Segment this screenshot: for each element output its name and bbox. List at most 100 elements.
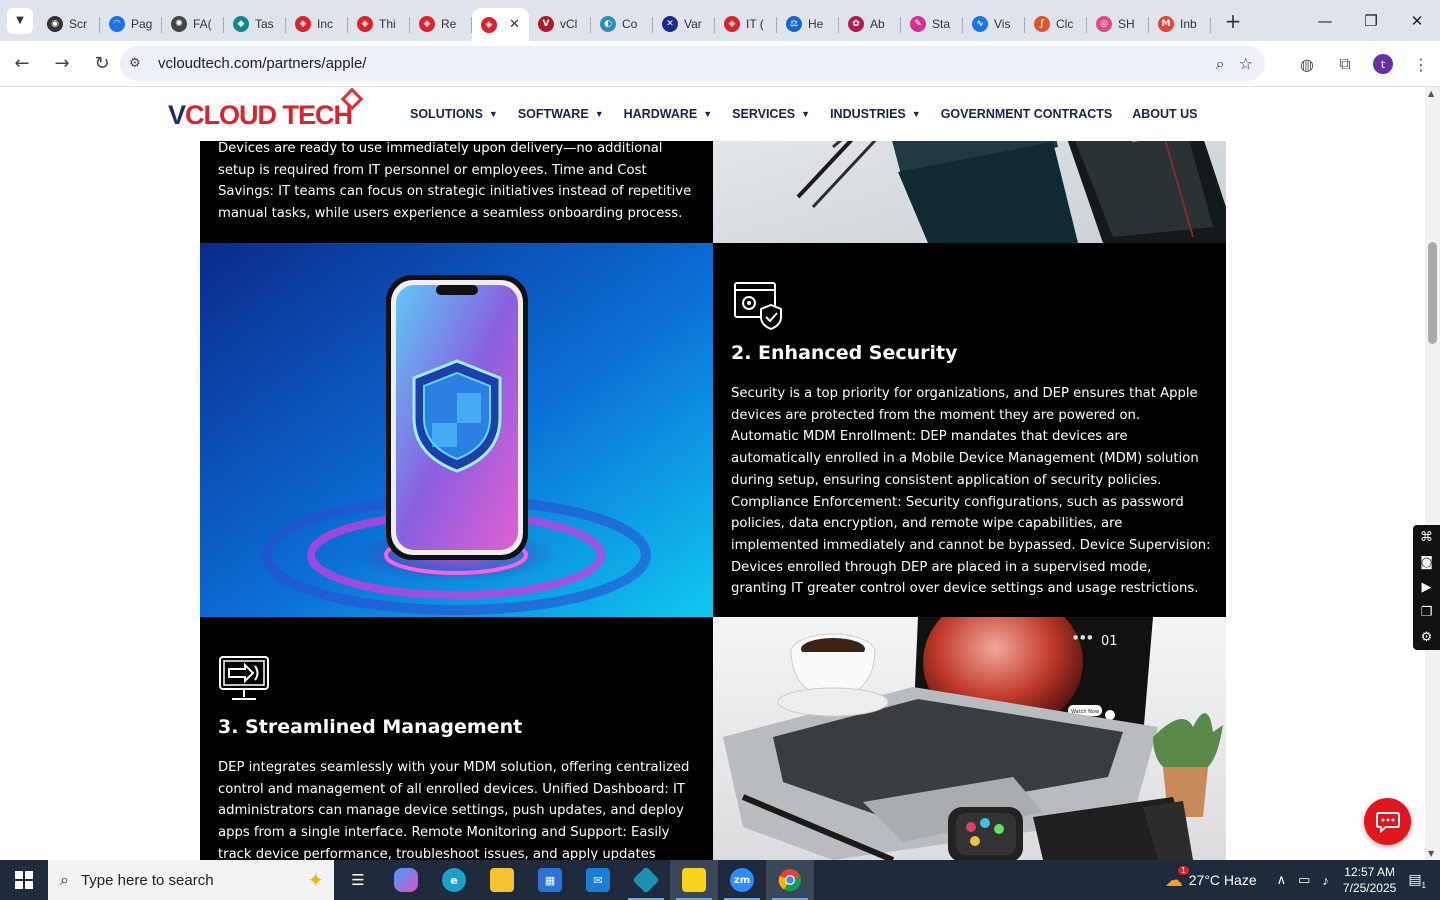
clock-date: 7/25/2025 (1342, 881, 1397, 895)
tab-item[interactable]: ✿ Ab (839, 8, 901, 40)
plus-icon: + (1224, 8, 1242, 33)
scroll-down-icon[interactable]: ▼ (1428, 849, 1434, 858)
url-text[interactable]: vcloudtech.com/partners/apple/ (158, 55, 366, 72)
camera-icon[interactable]: ◙ (1420, 555, 1433, 570)
tab-item[interactable]: ◠ Pag (100, 8, 162, 40)
nav-item-industries[interactable]: INDUSTRIES ▼ (830, 107, 921, 121)
tab-item[interactable]: ◎ SH (1087, 8, 1149, 40)
tab-item[interactable]: VvCl (529, 8, 591, 40)
tab-favicon-icon: ◈ (724, 15, 740, 32)
minimize-button[interactable]: — (1302, 0, 1348, 41)
translate-icon[interactable]: ◍ (1288, 55, 1326, 74)
tab-item[interactable]: ✺ FA( (162, 8, 224, 40)
vcloudtech-logo[interactable]: VCLOUD TECH (168, 87, 364, 133)
tab-item[interactable]: ◈ IT ( (715, 8, 777, 40)
tab-item[interactable]: ✎ Sta (901, 8, 963, 40)
address-bar[interactable]: ⚙ vcloudtech.com/partners/apple/ ⌕ ☆ (120, 46, 1265, 81)
extensions-icon[interactable]: ⧉ (1326, 54, 1364, 74)
clock[interactable]: 12:57 AM 7/25/2025 (1343, 864, 1396, 896)
volume-icon[interactable]: ♪ (1322, 873, 1329, 888)
taskbar-search[interactable]: ⌕ Type here to search ✦ (48, 860, 334, 900)
profile-avatar[interactable]: t (1373, 54, 1393, 74)
page-scrollbar[interactable]: ▲ ▼ (1425, 87, 1440, 860)
tab-close-icon[interactable]: ✕ (509, 17, 520, 32)
site-info-icon[interactable]: ⚙ (129, 56, 149, 71)
zoom-icon[interactable]: ⌕ (1216, 54, 1225, 74)
restore-button[interactable]: ❐ (1348, 0, 1394, 41)
streamlined-management-card: 3. Streamlined Management DEP integrates… (200, 617, 713, 860)
nav-item-label: HARDWARE (623, 107, 698, 121)
nav-item-hardware[interactable]: HARDWARE ▼ (624, 107, 713, 121)
tab-item[interactable]: ◐ Co (591, 8, 653, 40)
notification-center-icon[interactable]: ▤1 (1408, 871, 1426, 890)
file-explorer-app[interactable] (478, 860, 526, 900)
chrome-icon (778, 869, 802, 892)
network-icon[interactable]: ▭ (1298, 872, 1310, 888)
bookmark-star-icon[interactable]: ☆ (1239, 54, 1253, 73)
tab-favicon-icon: ✿ (848, 15, 864, 32)
reload-icon: ↻ (94, 53, 110, 74)
zoom-app[interactable]: zm (718, 860, 766, 900)
mail-app[interactable]: ✉ (574, 860, 622, 900)
show-hidden-icons-chevron-icon[interactable]: ∧ (1277, 872, 1287, 888)
tab-list: ◉ Scr ◠ Pag ✺ FA(◆ Tas ◈ Inc ◈ Thi ◈ Re ◈ ✕ VvCl ◐ Co ✕ Var… (38, 0, 1211, 41)
chat-bubble-icon (1375, 811, 1400, 833)
nav-item-label: ABOUT US (1132, 107, 1198, 121)
nav-item-services[interactable]: SERVICES ▼ (732, 107, 810, 121)
tab-item[interactable]: ◉ Scr (38, 8, 100, 40)
new-tab-button[interactable]: + (1219, 7, 1247, 35)
arrow-right-icon: → (54, 53, 70, 74)
tab-label: Sta (932, 16, 951, 31)
tab-item[interactable]: ◆ Tas (224, 8, 286, 40)
tab-item[interactable]: ✕ Var (653, 8, 715, 40)
tab-item[interactable]: ∫ Clc (1025, 8, 1087, 40)
tab-item[interactable]: ◈ Inc (286, 8, 348, 40)
browser-tab-strip: ▼ ◉ Scr ◠ Pag ✺ FA(◆ Tas ◈ Inc ◈ Thi ◈ Re ◈ ✕ VvCl ◐ Co ✕ V… (0, 0, 1440, 41)
start-button[interactable] (0, 860, 48, 900)
nav-item-about-us[interactable]: ABOUT US (1132, 107, 1197, 121)
nav-item-software[interactable]: SOFTWARE ▼ (518, 107, 604, 121)
tab-item[interactable]: M Inb (1149, 8, 1211, 40)
tab-favicon-icon: ✕ (662, 15, 678, 32)
task-view-button[interactable]: ☰ (334, 860, 382, 900)
folder-icon (490, 868, 514, 892)
scroll-up-icon[interactable]: ▲ (1428, 89, 1434, 98)
app-diamond[interactable] (622, 860, 670, 900)
edge-app[interactable]: e (430, 860, 478, 900)
copilot-icon (394, 868, 418, 892)
reload-button[interactable]: ↻ (84, 46, 120, 82)
clock-time: 12:57 AM (1344, 865, 1395, 879)
tab-active[interactable]: ◈ ✕ (472, 8, 529, 41)
chrome-app[interactable] (766, 860, 814, 900)
tab-label: FA( (193, 16, 212, 31)
window-icon[interactable]: ❐ (1421, 605, 1433, 620)
caret-down-icon: ▼ (911, 109, 921, 119)
tab-search-button[interactable]: ▼ (7, 7, 33, 34)
video-icon[interactable]: ▶ (1422, 580, 1432, 595)
link-icon[interactable]: ⌘ (1420, 530, 1433, 545)
tab-label: Pag (131, 16, 153, 31)
back-button[interactable]: ← (4, 46, 40, 82)
menu-kebab-icon[interactable]: ⋮ (1402, 55, 1440, 74)
close-window-button[interactable]: ✕ (1394, 0, 1440, 41)
tab-item[interactable]: ∿ Vis (963, 8, 1025, 40)
copilot-app[interactable] (382, 860, 430, 900)
tab-label: Scr (69, 16, 87, 31)
tab-item[interactable]: ◈ Re (410, 8, 472, 40)
streamlined-management-title: 3. Streamlined Management (218, 716, 523, 738)
tab-item[interactable]: ⚖ He (777, 8, 839, 40)
browser-toolbar: ← → ↻ ⚙ vcloudtech.com/partners/apple/ ⌕… (0, 41, 1440, 87)
floating-tool-panel: ⌘ ◙ ▶ ❐ ⚙ (1413, 525, 1440, 650)
sticky-notes-app[interactable] (670, 860, 718, 900)
scrollbar-thumb[interactable] (1428, 242, 1437, 344)
nav-item-solutions[interactable]: SOLUTIONS ▼ (410, 107, 498, 121)
nav-item-government-contracts[interactable]: GOVERNMENT CONTRACTS (941, 107, 1113, 121)
close-icon: ✕ (1410, 11, 1424, 30)
weather-widget[interactable]: ☁ 1 27°C Haze (1165, 865, 1257, 891)
page-viewport: Devices are ready to use immediately upo… (0, 87, 1440, 860)
store-app[interactable]: ▦ (526, 860, 574, 900)
tab-item[interactable]: ◈ Thi (348, 8, 410, 40)
settings-gear-icon[interactable]: ⚙ (1421, 630, 1433, 645)
live-chat-button[interactable] (1364, 798, 1411, 845)
forward-button[interactable]: → (44, 46, 80, 82)
